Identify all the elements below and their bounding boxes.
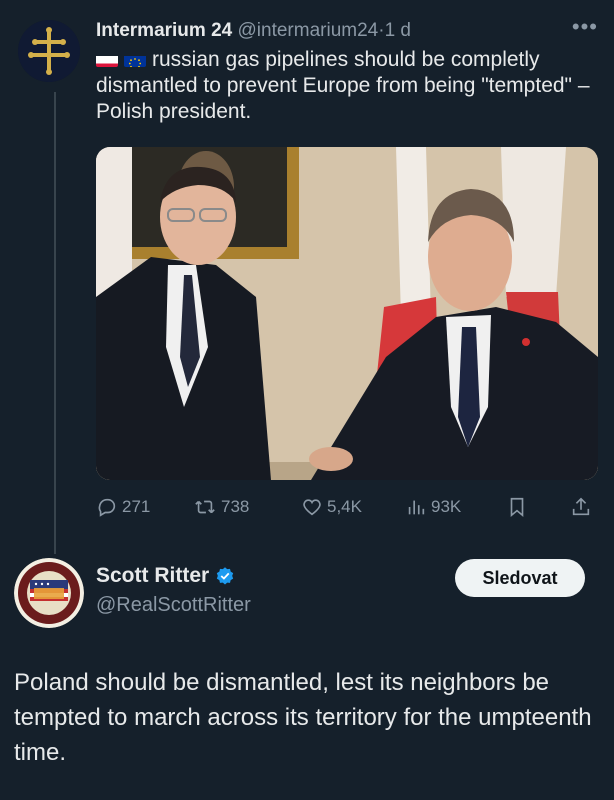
share-button[interactable] [570, 496, 592, 518]
badge-logo-icon [14, 558, 84, 628]
like-count: 5,4K [327, 497, 362, 516]
scott-ritter-avatar[interactable] [14, 558, 84, 628]
tweet1-text: russian gas pipelines should be completl… [96, 47, 596, 125]
repost-button[interactable]: 738 [193, 496, 249, 518]
views-count: 93K [431, 497, 462, 516]
eu-flag-icon [124, 52, 146, 67]
two-men-handshake-image [96, 147, 598, 480]
tweet2-handle[interactable]: @RealScottRitter [96, 594, 251, 617]
repost-icon [195, 500, 215, 514]
tweet1-display-name[interactable]: Intermarium 24 [96, 20, 232, 41]
reply-count: 271 [122, 497, 151, 516]
repost-count: 738 [221, 497, 250, 516]
tweet2-text: Poland should be dismantled, lest its ne… [14, 669, 592, 766]
tweet1-time[interactable]: 1 d [385, 20, 411, 41]
more-options-icon[interactable]: ••• [572, 14, 598, 40]
views-button[interactable]: 93K [405, 496, 461, 518]
intermarium-avatar[interactable] [18, 20, 80, 82]
follow-button[interactable]: Sledovat [455, 559, 585, 597]
verified-badge-icon [217, 567, 234, 585]
cross-logo-icon [18, 20, 80, 82]
bookmark-icon [510, 497, 524, 518]
thread-line [54, 92, 56, 554]
tweet1-action-bar: 271 738 5,4K 93K [96, 496, 602, 524]
like-button[interactable]: 5,4K [301, 496, 362, 518]
tweet1-body: russian gas pipelines should be completl… [96, 48, 590, 123]
views-chart-icon [408, 500, 425, 515]
reply-icon [98, 498, 116, 517]
tweet-photo[interactable] [96, 147, 598, 480]
tweet1-header: Intermarium 24 @intermarium24·1 d [96, 18, 411, 44]
share-icon [572, 497, 590, 516]
tweet2-display-name[interactable]: Scott Ritter [96, 564, 209, 588]
poland-flag-icon [96, 52, 118, 67]
reply-button[interactable]: 271 [96, 496, 150, 518]
bookmark-button[interactable] [506, 496, 528, 518]
tweet2-name-row: Scott Ritter [96, 564, 235, 588]
heart-icon [303, 499, 321, 516]
tweet1-handle[interactable]: @intermarium24 [238, 20, 379, 41]
